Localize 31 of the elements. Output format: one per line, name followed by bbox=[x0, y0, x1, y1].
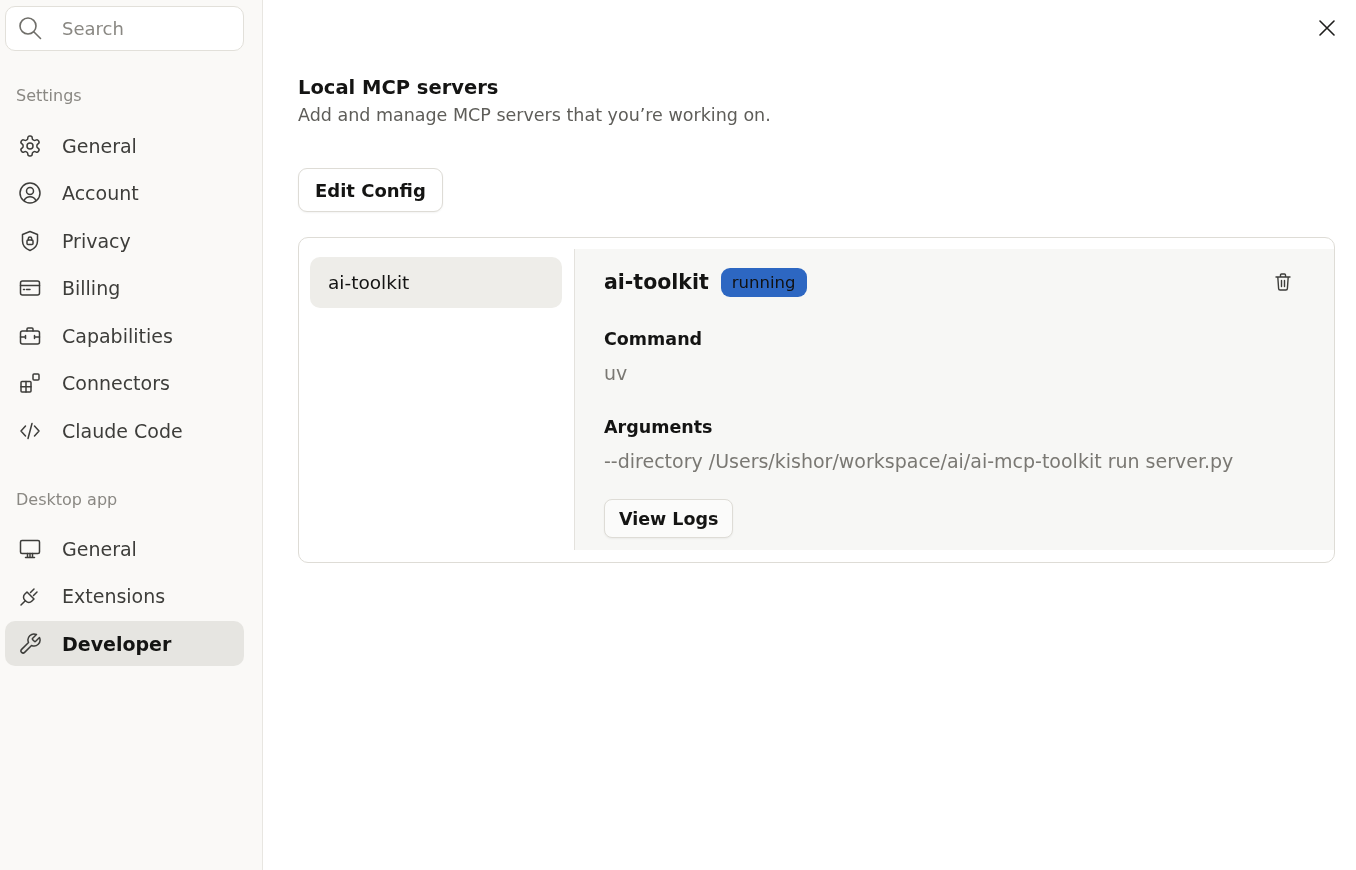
edit-config-button[interactable]: Edit Config bbox=[298, 168, 443, 212]
close-icon[interactable] bbox=[1319, 20, 1335, 36]
field-value: --directory /Users/kishor/workspace/ai/ai-mcp-toolkit run server.py bbox=[604, 449, 1234, 473]
sidebar-item[interactable]: Extensions bbox=[5, 573, 244, 619]
sidebar-item[interactable]: Claude Code bbox=[5, 408, 244, 453]
view-logs-button[interactable]: View Logs bbox=[604, 499, 734, 538]
server-list-item[interactable]: ai-toolkit bbox=[310, 257, 562, 308]
user-circle-icon bbox=[18, 181, 42, 205]
sidebar-item[interactable]: General bbox=[5, 123, 244, 168]
sidebar-item[interactable]: Privacy bbox=[5, 218, 244, 263]
status-badge: running bbox=[720, 267, 807, 297]
section-heading: Settings bbox=[15, 86, 83, 106]
section-heading: Desktop app bbox=[15, 490, 119, 510]
field-label: Arguments bbox=[604, 416, 713, 439]
field-label: Command bbox=[604, 328, 703, 351]
field-value: uv bbox=[604, 361, 628, 385]
sidebar-item[interactable]: Connectors bbox=[5, 360, 244, 406]
page-description: Add and manage MCP servers that you’re working on. bbox=[298, 104, 771, 127]
server-name: ai-toolkit bbox=[604, 270, 709, 294]
sidebar-item[interactable]: Developer bbox=[5, 621, 244, 666]
trash-icon[interactable] bbox=[1275, 273, 1291, 291]
search-icon bbox=[18, 16, 42, 40]
sidebar-item[interactable]: Billing bbox=[5, 265, 244, 311]
search-field[interactable]: Search bbox=[5, 6, 244, 51]
wrench-icon bbox=[18, 631, 42, 656]
squares-icon bbox=[18, 371, 42, 395]
sidebar-item[interactable]: Account bbox=[5, 170, 244, 216]
sidebar-item[interactable]: General bbox=[5, 526, 244, 571]
gear-icon bbox=[18, 133, 42, 158]
page-title: Local MCP servers bbox=[298, 75, 499, 101]
sidebar-item[interactable]: Capabilities bbox=[5, 313, 244, 358]
